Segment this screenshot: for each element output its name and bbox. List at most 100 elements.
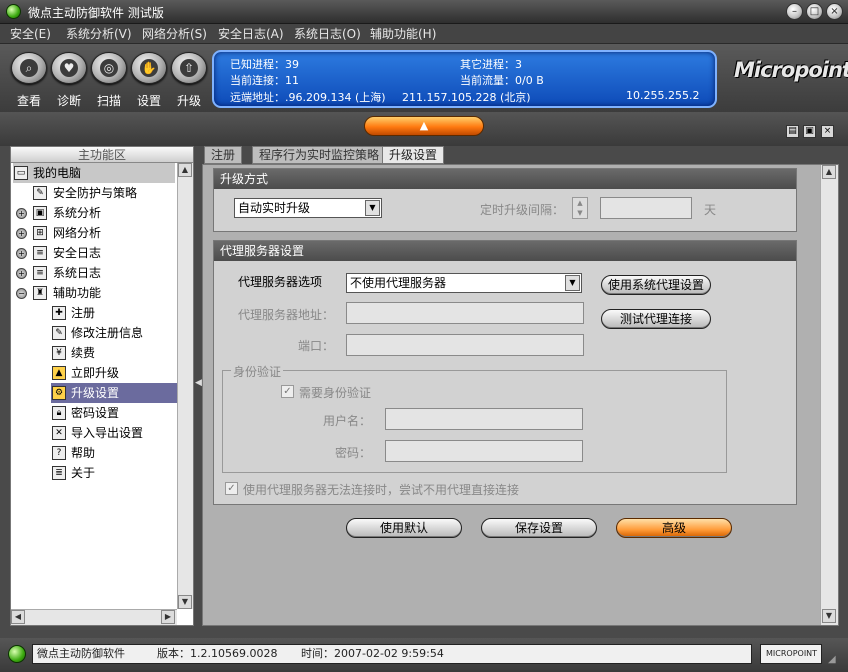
username-field[interactable] [385, 408, 583, 430]
close-button[interactable]: × [826, 3, 843, 20]
pane-tile-icon[interactable]: ▣ [803, 125, 816, 138]
edit-register-icon: ✎ [52, 326, 66, 340]
tree-item-import-export[interactable]: ✕ 导入导出设置 [51, 423, 175, 443]
splitter-arrow-icon[interactable]: ◀ [195, 378, 202, 388]
tree-item-protection-policy[interactable]: ✎ 安全防护与策略 [13, 183, 175, 203]
diagnose-label: 诊断 [56, 94, 81, 108]
collapse-icon[interactable]: − [16, 288, 27, 299]
tree-item-system-analysis[interactable]: + ▣ 系统分析 [13, 203, 175, 223]
save-settings-button[interactable]: 保存设置 [481, 518, 597, 538]
menu-security[interactable]: 安全(E) [10, 25, 51, 42]
tree-label: 安全防护与策略 [53, 186, 138, 200]
magnifier-icon: ⌕ [20, 59, 38, 77]
status-brand: MICROPOINT [760, 644, 822, 664]
policy-icon: ✎ [33, 186, 47, 200]
menu-network-analysis[interactable]: 网络分析(S) [142, 25, 207, 42]
proxy-address-field[interactable] [346, 302, 584, 324]
maximize-button[interactable]: □ [806, 3, 823, 20]
tree-item-upgrade-now[interactable]: ▲ 立即升级 [51, 363, 175, 383]
auth-group-title: 身份验证 [231, 363, 284, 380]
tree-item-upgrade-settings[interactable]: ⚙ 升级设置 [51, 383, 177, 403]
port-field[interactable] [346, 334, 584, 356]
pane-splitter[interactable]: ◀ [194, 146, 202, 626]
tree-label: 密码设置 [71, 406, 120, 420]
tab-behavior-monitor[interactable]: 程序行为实时监控策略 [252, 146, 387, 164]
menu-system-log[interactable]: 系统日志(O) [294, 25, 361, 42]
port-label: 端口： [298, 339, 335, 353]
tree-item-register[interactable]: ✚ 注册 [51, 303, 175, 323]
tree-item-helper[interactable]: − ♜ 辅助功能 [13, 283, 175, 303]
tree-horizontal-scrollbar[interactable]: ◀ ▶ [11, 609, 177, 625]
test-proxy-button[interactable]: 测试代理连接 [601, 309, 711, 329]
main-function-panel: 主功能区 ▭ 我的电脑 ✎ 安全防护与策略 + ▣ 系统分析 + ⊞ 网络分析 … [10, 146, 194, 626]
interval-spinner[interactable]: ▲ ▼ [572, 197, 588, 219]
tree-item-my-computer[interactable]: ▭ 我的电脑 [13, 163, 175, 183]
expand-icon[interactable]: + [16, 248, 27, 259]
menu-security-log[interactable]: 安全日志(A) [218, 25, 284, 42]
heart-shield-icon: ♥ [60, 59, 78, 77]
tree-item-renew[interactable]: ¥ 续费 [51, 343, 175, 363]
select-value: 不使用代理服务器 [350, 276, 447, 290]
tab-register[interactable]: 注册 [204, 146, 243, 164]
title-bar[interactable]: 微点主动防御软件 测试版 – □ × [0, 0, 848, 24]
collapse-panel-button[interactable]: ▲ [364, 116, 484, 136]
settings-button[interactable]: ✋ [131, 52, 167, 84]
hand-icon: ✋ [140, 59, 158, 77]
tree-item-edit-register[interactable]: ✎ 修改注册信息 [51, 323, 175, 343]
computer-icon: ▭ [14, 166, 28, 180]
diagnose-button[interactable]: ♥ [51, 52, 87, 84]
upgrade-button[interactable]: ⇧ [171, 52, 207, 84]
known-processes: 已知进程：39 [230, 58, 299, 71]
need-auth-checkbox[interactable]: ✓ [281, 385, 294, 398]
scroll-down-icon[interactable]: ▼ [822, 609, 836, 623]
expand-icon[interactable]: + [16, 208, 27, 219]
view-button[interactable]: ⌕ [11, 52, 47, 84]
minimize-button[interactable]: – [786, 3, 803, 20]
settings-panel: 注册 程序行为实时监控策略 升级设置 升级方式 自动实时升级 ▼ 定时升级间隔：… [202, 146, 839, 626]
expand-icon[interactable]: + [16, 268, 27, 279]
chevron-down-icon: ▼ [365, 200, 380, 216]
proxy-option-select[interactable]: 不使用代理服务器 ▼ [346, 273, 582, 293]
scroll-right-icon[interactable]: ▶ [161, 610, 175, 624]
micropoint-logo: Micropoint [734, 58, 848, 82]
fallback-direct-label: 使用代理服务器无法连接时，尝试不用代理直接连接 [243, 483, 520, 497]
scroll-left-icon[interactable]: ◀ [11, 610, 25, 624]
upgrade-now-icon: ▲ [52, 366, 66, 380]
scroll-down-icon[interactable]: ▼ [178, 595, 192, 609]
tree-item-help[interactable]: ? 帮助 [51, 443, 175, 463]
tree-item-security-log[interactable]: + ≡ 安全日志 [13, 243, 175, 263]
tree-item-network-analysis[interactable]: + ⊞ 网络分析 [13, 223, 175, 243]
use-default-button[interactable]: 使用默认 [346, 518, 462, 538]
scan-button[interactable]: ◎ [91, 52, 127, 84]
security-log-icon: ≡ [33, 246, 47, 260]
use-system-proxy-button[interactable]: 使用系统代理设置 [601, 275, 711, 295]
tree-label: 修改注册信息 [71, 326, 144, 340]
tree-item-password[interactable]: 🔒︎ 密码设置 [51, 403, 175, 423]
resize-grip-icon[interactable]: ◢ [828, 654, 836, 665]
tab-upgrade-settings[interactable]: 升级设置 [382, 146, 445, 164]
up-arrow-icon: ⇧ [180, 59, 198, 77]
up-triangle-icon: ▲ [419, 119, 429, 132]
scroll-up-icon[interactable]: ▲ [822, 165, 836, 179]
fallback-direct-checkbox[interactable]: ✓ [225, 482, 238, 495]
scroll-up-icon[interactable]: ▲ [178, 163, 192, 177]
expand-icon[interactable]: + [16, 228, 27, 239]
tree-item-about[interactable]: ≣ 关于 [51, 463, 175, 483]
content-scrollbar[interactable]: ▲ ▼ [820, 165, 838, 625]
tree-item-system-log[interactable]: + ≡ 系统日志 [13, 263, 175, 283]
advanced-button[interactable]: 高级 [616, 518, 732, 538]
interval-field[interactable] [600, 197, 692, 219]
tools-icon: ♜ [33, 286, 47, 300]
section-header: 代理服务器设置 [214, 241, 796, 261]
menu-helper[interactable]: 辅助功能(H) [370, 25, 436, 42]
current-connections: 当前连接：11 [230, 74, 299, 87]
select-value: 自动实时升级 [238, 201, 311, 215]
upgrade-mode-select[interactable]: 自动实时升级 ▼ [234, 198, 382, 218]
menu-system-analysis[interactable]: 系统分析(V) [66, 25, 132, 42]
password-field[interactable] [385, 440, 583, 462]
pane-restore-icon[interactable]: ▤ [786, 125, 799, 138]
tree-label: 立即升级 [71, 366, 120, 380]
pane-close-icon[interactable]: × [821, 125, 834, 138]
tree-vertical-scrollbar[interactable]: ▲ ▼ [177, 163, 193, 609]
window-title: 微点主动防御软件 测试版 [28, 6, 164, 20]
